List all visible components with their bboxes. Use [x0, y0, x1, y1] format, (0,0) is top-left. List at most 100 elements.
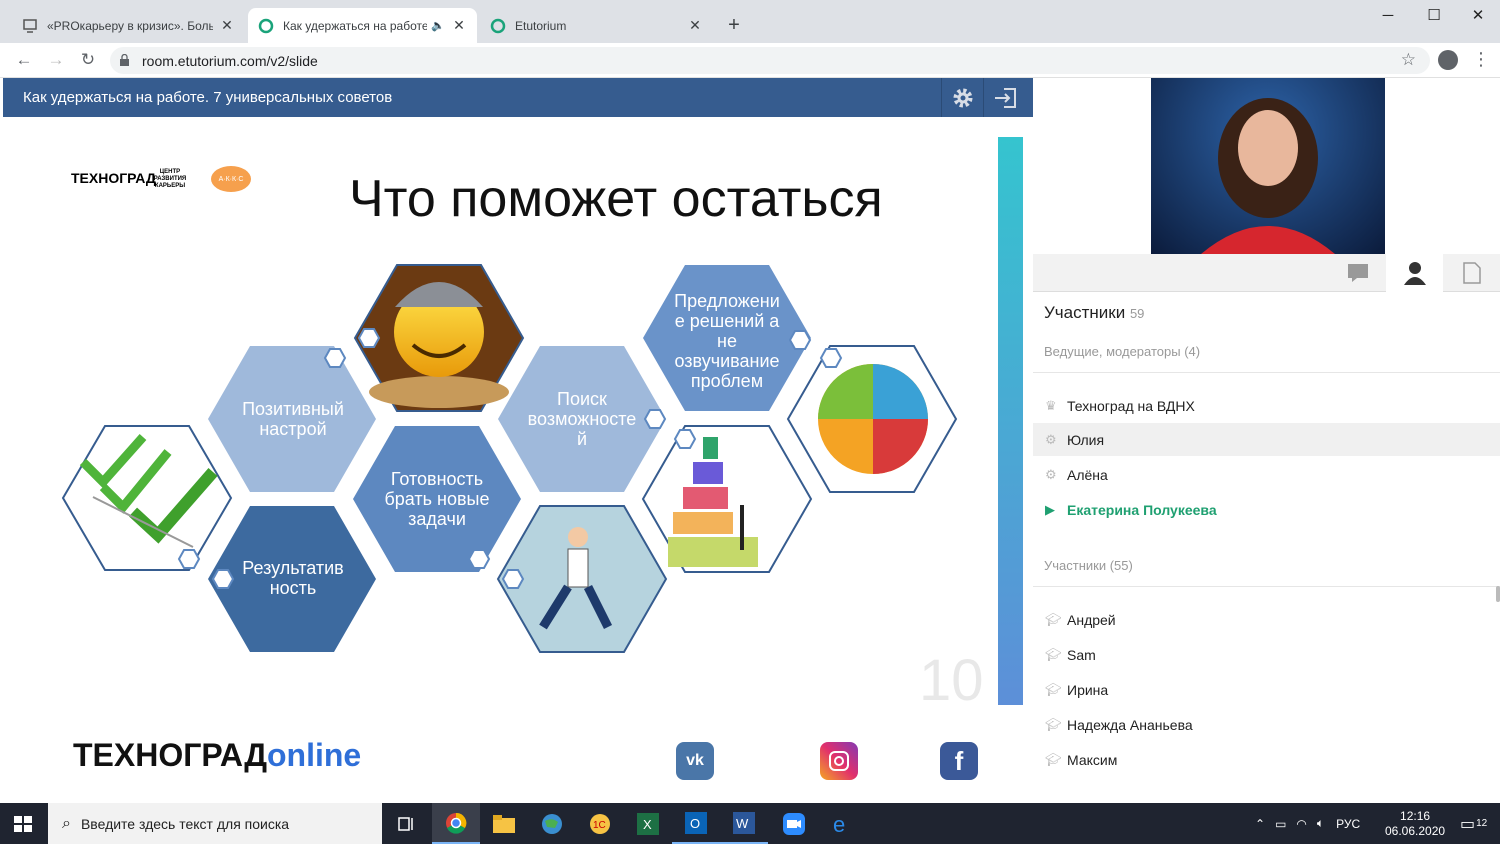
- document-icon[interactable]: [1443, 254, 1500, 292]
- search-icon: ⌕: [62, 814, 71, 832]
- browser-toolbar: ← → ↻ room.etutorium.com/v2/slide ☆ ⋮: [0, 43, 1500, 78]
- hex-label-positive: Позитивный настрой: [242, 399, 344, 439]
- participant-row[interactable]: ⚙ Юлия: [1033, 423, 1500, 456]
- hex-label-offer: Предложени е решений а не озвучивание пр…: [674, 291, 780, 391]
- file-explorer-icon[interactable]: [480, 803, 528, 844]
- wifi-icon[interactable]: ◠: [1296, 817, 1306, 831]
- battery-icon[interactable]: ▭: [1275, 817, 1286, 831]
- svg-text:X: X: [643, 817, 652, 832]
- stairs-image-hex: [641, 425, 813, 573]
- vk-icon[interactable]: vk: [676, 742, 714, 780]
- participant-row[interactable]: ♛ Техноград на ВДНХ: [1033, 389, 1500, 422]
- bookmark-star-icon[interactable]: ☆: [1401, 50, 1416, 70]
- maximize-icon[interactable]: ☐: [1411, 6, 1457, 26]
- windows-start-icon[interactable]: [14, 816, 32, 832]
- svg-text:O: O: [690, 816, 700, 831]
- etutorium-icon: [258, 18, 274, 34]
- svg-text:e: e: [833, 813, 845, 835]
- participant-row[interactable]: 🎓︎ Надежда Ананьева: [1033, 708, 1500, 741]
- gear-icon: ⚙: [1045, 431, 1057, 447]
- notifications-icon[interactable]: ▭ 12: [1460, 803, 1487, 844]
- graduation-cap-icon: 🎓︎: [1045, 751, 1062, 767]
- participant-name: Ирина: [1067, 681, 1109, 698]
- participant-row-presenter[interactable]: ▶ Екатерина Полукеева: [1033, 493, 1500, 526]
- participant-row[interactable]: 🎓︎ Андрей: [1033, 603, 1500, 636]
- forward-icon[interactable]: →: [45, 49, 67, 71]
- panel-toolbar: [1033, 254, 1500, 292]
- graduation-cap-icon: 🎓︎: [1045, 611, 1062, 627]
- svg-text:1С: 1С: [593, 820, 606, 831]
- participants-title: Участники: [1044, 303, 1126, 322]
- tab-title: Как удержаться на работе. 7: [283, 18, 428, 33]
- webinar-header: Как удержаться на работе. 7 универсальны…: [3, 78, 1033, 117]
- chat-icon[interactable]: [1329, 254, 1386, 292]
- volume-icon[interactable]: 🔈︎: [1317, 816, 1324, 831]
- participant-row[interactable]: 🎓︎ Ирина: [1033, 673, 1500, 706]
- close-icon[interactable]: ✕: [219, 17, 235, 34]
- tab-title: Etutorium: [515, 18, 567, 33]
- chrome-icon[interactable]: [432, 803, 480, 844]
- hexagon-diagram: [61, 264, 958, 653]
- chevron-up-icon[interactable]: ⌃: [1255, 817, 1265, 831]
- participants-label: Участники (55): [1044, 558, 1133, 573]
- participants-heading: Участники 59: [1044, 303, 1144, 323]
- hex-label-result: Результатив ность: [242, 558, 344, 598]
- zoom-icon[interactable]: [770, 803, 818, 844]
- globe-app-icon[interactable]: [528, 803, 576, 844]
- task-view-icon[interactable]: [383, 803, 431, 844]
- gear-icon: ⚙: [1045, 466, 1057, 482]
- participant-name: Андрей: [1067, 611, 1116, 628]
- participant-row[interactable]: 🎓︎ Sam: [1033, 638, 1500, 671]
- participant-name: Алёна: [1067, 466, 1108, 483]
- close-icon[interactable]: ✕: [451, 17, 467, 34]
- tab-title: «PROкарьеру в кризис». Больш: [47, 18, 213, 33]
- tab-1[interactable]: «PROкарьеру в кризис». Больш ✕: [12, 8, 245, 43]
- instagram-icon[interactable]: [820, 742, 858, 780]
- presenter-video: [1151, 78, 1385, 254]
- address-bar[interactable]: room.etutorium.com/v2/slide ☆: [110, 47, 1430, 74]
- webinar-title: Как удержаться на работе. 7 универсальны…: [23, 89, 393, 106]
- facebook-icon[interactable]: f: [940, 742, 978, 780]
- participant-row[interactable]: 🎓︎ Максим: [1033, 743, 1500, 776]
- checkmarks-image-hex: [61, 425, 233, 571]
- excel-icon[interactable]: X: [624, 803, 672, 844]
- tray-icons[interactable]: ⌃ ▭ ◠ 🔈︎ РУС: [1255, 803, 1360, 844]
- lock-icon: [120, 53, 129, 66]
- word-icon[interactable]: W: [720, 803, 768, 844]
- hex-label-ready: Готовность брать новые задачи: [384, 469, 490, 529]
- account-icon[interactable]: [1438, 50, 1458, 70]
- speaker-icon[interactable]: 🔈: [431, 19, 445, 32]
- clock[interactable]: 12:16 06.06.2020: [1385, 803, 1445, 844]
- outlook-icon[interactable]: O: [672, 803, 720, 844]
- crown-icon: ♛: [1045, 397, 1057, 413]
- close-window-icon[interactable]: ✕: [1455, 6, 1500, 26]
- participant-row[interactable]: ⚙ Алёна: [1033, 458, 1500, 491]
- taskbar-search[interactable]: ⌕ Введите здесь текст для поиска: [48, 803, 382, 844]
- smiley-image-hex: [353, 264, 525, 412]
- settings-gear-icon[interactable]: [941, 78, 983, 117]
- participant-name: Максим: [1067, 751, 1118, 768]
- exit-icon[interactable]: [983, 78, 1025, 117]
- menu-icon[interactable]: ⋮: [1472, 49, 1490, 70]
- participant-name: Надежда Ананьева: [1067, 716, 1193, 733]
- divider: [1033, 372, 1500, 373]
- close-icon[interactable]: ✕: [687, 17, 703, 34]
- language-indicator[interactable]: РУС: [1336, 817, 1360, 831]
- minimize-icon[interactable]: ─: [1365, 6, 1411, 26]
- divider: [1033, 586, 1500, 587]
- back-icon[interactable]: ←: [13, 49, 35, 71]
- 1c-icon[interactable]: 1С: [576, 803, 624, 844]
- logo-tekhnograd-online: ТЕХНОГРАДonline: [73, 737, 361, 774]
- tab-2[interactable]: Как удержаться на работе. 7 🔈 ✕: [248, 8, 477, 43]
- participants-panel: Участники 59 Ведущие, модераторы (4) ♛ Те…: [1033, 78, 1500, 803]
- new-tab-button[interactable]: +: [724, 14, 744, 36]
- participant-name: Sam: [1067, 646, 1096, 663]
- reload-icon[interactable]: ↻: [77, 49, 99, 71]
- scrollbar-thumb[interactable]: [1496, 586, 1500, 602]
- logo-main-text: ТЕХНОГРАД: [73, 737, 267, 773]
- tab-3[interactable]: Etutorium ✕: [480, 8, 713, 43]
- edge-icon[interactable]: e: [818, 803, 866, 844]
- user-icon[interactable]: [1386, 254, 1443, 292]
- clock-time: 12:16: [1400, 808, 1431, 823]
- clock-date: 06.06.2020: [1385, 823, 1446, 838]
